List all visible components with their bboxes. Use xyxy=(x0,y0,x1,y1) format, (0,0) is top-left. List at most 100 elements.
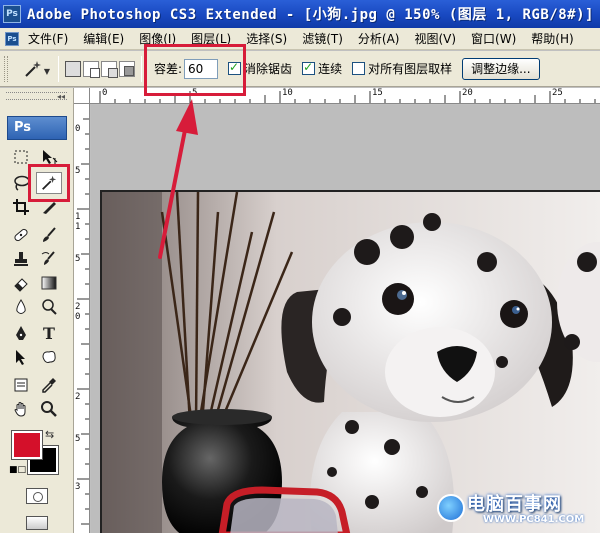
default-colors-icon[interactable]: ■□ xyxy=(9,465,26,475)
ruler-label: 3 xyxy=(75,482,81,492)
menu-bar: Ps 文件(F) 编辑(E) 图像(I) 图层(L) 选择(S) 滤镜(T) 分… xyxy=(0,28,600,50)
title-bar: Ps Adobe Photoshop CS3 Extended - [小狗.jp… xyxy=(0,0,600,28)
screen-mode-button[interactable] xyxy=(26,516,48,530)
ruler-label: 15 xyxy=(372,88,383,98)
site-watermark: 电脑百事网 WWW.PC841.COM xyxy=(433,490,598,530)
menu-help[interactable]: 帮助(H) xyxy=(525,28,582,50)
zoom-magnifier-icon xyxy=(41,401,57,417)
ruler-label: 25 xyxy=(552,88,563,98)
blur-tool[interactable] xyxy=(8,296,34,318)
chevron-down-icon: ▼ xyxy=(43,66,50,76)
add-to-selection-button[interactable] xyxy=(83,60,100,78)
selection-mode-group xyxy=(65,60,135,78)
magic-wand-icon xyxy=(25,60,41,77)
note-icon xyxy=(14,378,28,392)
stamp-icon xyxy=(14,252,28,266)
antialias-label: 消除锯齿 xyxy=(244,62,293,76)
contiguous-check-icon xyxy=(302,60,316,75)
history-brush-tool[interactable] xyxy=(36,248,62,270)
sample-all-layers-checkbox[interactable]: 对所有图层取样 xyxy=(352,60,452,77)
intersect-selection-button[interactable] xyxy=(119,60,135,77)
window-title: Adobe Photoshop CS3 Extended - [小狗.jpg @… xyxy=(27,7,594,23)
dodge-tool[interactable] xyxy=(36,296,62,318)
watermark-title: 电脑百事网 xyxy=(467,494,562,515)
new-selection-button[interactable] xyxy=(65,60,81,77)
hand-icon xyxy=(14,402,26,417)
document-icon-label: Ps xyxy=(5,31,19,46)
photoshop-app-icon[interactable]: Ps xyxy=(3,5,21,23)
ruler-label: 2 xyxy=(75,392,81,402)
options-bar: ▼ 容差: 消除锯齿 连续 对所有图层取样 调整边缘... xyxy=(0,51,600,87)
toolbox-panel: ◂◂ Ps T ⇆ ■□ xyxy=(0,88,74,533)
path-selection-tool[interactable] xyxy=(8,346,34,368)
ruler-label: 20 xyxy=(462,88,473,98)
history-brush-icon xyxy=(41,251,55,265)
ps-logo: Ps xyxy=(7,116,67,140)
divider xyxy=(58,55,59,82)
ruler-origin[interactable] xyxy=(74,88,90,104)
menu-view[interactable]: 视图(V) xyxy=(408,28,465,50)
ruler-label: 5 xyxy=(75,254,81,264)
tolerance-highlight-box xyxy=(144,44,246,96)
refine-edge-button[interactable]: 调整边缘... xyxy=(462,57,540,80)
ruler-label: 1 xyxy=(75,212,81,222)
watermark-logo-icon xyxy=(437,494,465,522)
toolbox-collapse-icon[interactable]: ◂◂ xyxy=(57,92,65,101)
pen-icon xyxy=(16,326,26,340)
swap-colors-icon[interactable]: ⇆ xyxy=(45,428,54,441)
healing-brush-tool[interactable] xyxy=(8,224,34,246)
gradient-icon xyxy=(41,276,57,290)
rect-marquee-icon xyxy=(14,150,28,164)
contiguous-label: 连续 xyxy=(318,62,343,76)
dodge-icon xyxy=(42,299,57,315)
ruler-label: 5 xyxy=(75,434,81,444)
eyedropper-icon xyxy=(42,378,56,393)
clone-stamp-tool[interactable] xyxy=(8,248,34,270)
type-tool[interactable]: T xyxy=(36,322,62,344)
menu-file[interactable]: 文件(F) xyxy=(22,28,77,50)
annotation-arrow xyxy=(158,99,198,259)
ruler-label: 10 xyxy=(282,88,293,98)
watermark-url: WWW.PC841.COM xyxy=(483,514,585,525)
vertical-ruler[interactable]: 0 5 1 1 5 2 0 2 5 3 xyxy=(74,104,90,533)
quick-mask-button[interactable] xyxy=(26,488,48,504)
ruler-label: 0 xyxy=(75,124,81,134)
subtract-from-selection-button[interactable] xyxy=(101,60,118,78)
divider xyxy=(141,55,142,82)
ruler-label: 0 xyxy=(75,312,81,322)
type-t-icon: T xyxy=(43,323,55,343)
eyedropper-tool[interactable] xyxy=(36,374,62,396)
notes-tool[interactable] xyxy=(8,374,34,396)
drop-icon xyxy=(16,299,26,314)
gradient-tool[interactable] xyxy=(36,272,62,294)
document-icon[interactable]: Ps xyxy=(2,30,22,48)
ruler-label: 1 xyxy=(75,222,81,232)
bandage-icon xyxy=(14,228,28,242)
foreground-color-swatch[interactable] xyxy=(11,430,43,460)
sample-all-check-icon xyxy=(352,62,366,75)
menu-filter[interactable]: 滤镜(T) xyxy=(296,28,352,50)
ruler-label: 2 xyxy=(75,302,81,312)
tool-preset-picker[interactable]: ▼ xyxy=(14,56,52,82)
shape-tool[interactable] xyxy=(36,346,62,368)
brush-tool[interactable] xyxy=(36,224,62,246)
menu-select[interactable]: 选择(S) xyxy=(240,28,296,50)
zoom-tool[interactable] xyxy=(36,398,62,420)
brush-icon xyxy=(43,227,56,242)
menu-analysis[interactable]: 分析(A) xyxy=(352,28,409,50)
photoshop-window: Ps Adobe Photoshop CS3 Extended - [小狗.jp… xyxy=(0,0,600,533)
ruler-label: 0 xyxy=(102,88,108,98)
pen-tool[interactable] xyxy=(8,322,34,344)
eraser-tool[interactable] xyxy=(8,272,34,294)
eraser-icon xyxy=(14,278,28,292)
options-bar-grip[interactable] xyxy=(4,55,8,82)
ruler-label: 5 xyxy=(75,166,81,176)
custom-shape-icon xyxy=(42,351,56,363)
sample-all-label: 对所有图层取样 xyxy=(368,62,453,76)
menu-edit[interactable]: 编辑(E) xyxy=(77,28,133,50)
menu-window[interactable]: 窗口(W) xyxy=(465,28,525,50)
path-select-arrow-icon xyxy=(16,350,25,365)
magic-wand-highlight-box xyxy=(28,164,70,202)
contiguous-checkbox[interactable]: 连续 xyxy=(302,60,342,77)
hand-tool[interactable] xyxy=(8,398,34,420)
